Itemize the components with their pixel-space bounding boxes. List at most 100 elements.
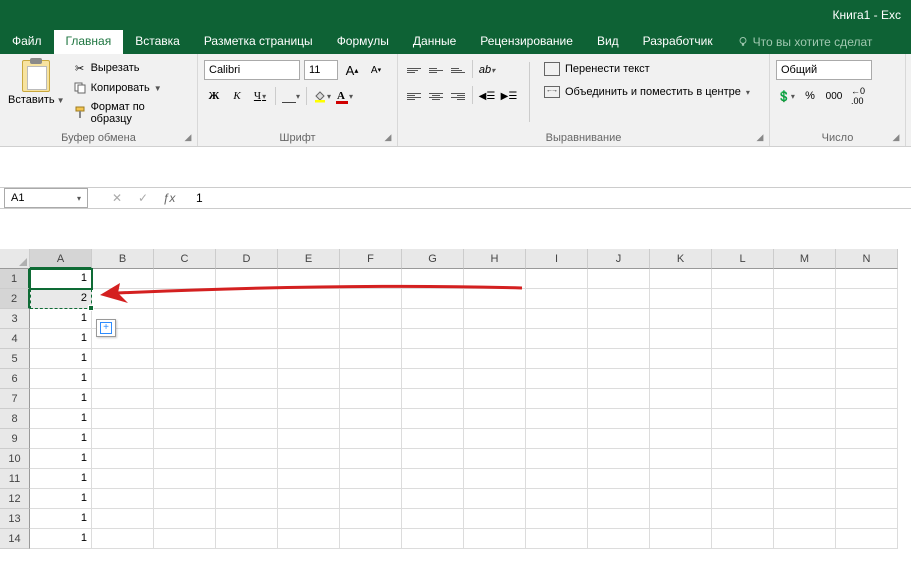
decrease-indent-button[interactable]: ◀☰ — [477, 86, 497, 106]
cell-B1[interactable] — [92, 269, 154, 289]
cell-D4[interactable] — [216, 329, 278, 349]
align-center-button[interactable] — [426, 86, 446, 106]
cell-H11[interactable] — [464, 469, 526, 489]
copy-button[interactable]: Копировать ▼ — [71, 80, 191, 96]
cell-J12[interactable] — [588, 489, 650, 509]
cell-N1[interactable] — [836, 269, 898, 289]
cell-N4[interactable] — [836, 329, 898, 349]
cell-E5[interactable] — [278, 349, 340, 369]
comma-style-button[interactable]: 000 — [824, 86, 844, 106]
cell-F9[interactable] — [340, 429, 402, 449]
cell-I12[interactable] — [526, 489, 588, 509]
cell-G3[interactable] — [402, 309, 464, 329]
cell-B9[interactable] — [92, 429, 154, 449]
number-launcher[interactable]: ◢ — [889, 130, 903, 144]
clipboard-launcher[interactable]: ◢ — [181, 130, 195, 144]
cell-K13[interactable] — [650, 509, 712, 529]
cell-E6[interactable] — [278, 369, 340, 389]
cell-I13[interactable] — [526, 509, 588, 529]
cell-G4[interactable] — [402, 329, 464, 349]
tab-insert[interactable]: Вставка — [123, 30, 192, 54]
cell-N2[interactable] — [836, 289, 898, 309]
cell-B7[interactable] — [92, 389, 154, 409]
cell-K7[interactable] — [650, 389, 712, 409]
cell-L8[interactable] — [712, 409, 774, 429]
cell-N6[interactable] — [836, 369, 898, 389]
cell-I8[interactable] — [526, 409, 588, 429]
column-header-A[interactable]: A — [30, 249, 92, 269]
orientation-button[interactable]: ab▾ — [477, 60, 497, 80]
cell-A4[interactable]: 1 — [30, 329, 92, 349]
cell-E2[interactable] — [278, 289, 340, 309]
cell-I4[interactable] — [526, 329, 588, 349]
cell-G13[interactable] — [402, 509, 464, 529]
cell-I6[interactable] — [526, 369, 588, 389]
cell-F6[interactable] — [340, 369, 402, 389]
cell-N8[interactable] — [836, 409, 898, 429]
cell-G1[interactable] — [402, 269, 464, 289]
row-header-7[interactable]: 7 — [0, 389, 30, 409]
cell-N7[interactable] — [836, 389, 898, 409]
font-name-input[interactable] — [204, 60, 300, 80]
cell-H3[interactable] — [464, 309, 526, 329]
cell-D12[interactable] — [216, 489, 278, 509]
cell-L14[interactable] — [712, 529, 774, 549]
cell-J11[interactable] — [588, 469, 650, 489]
cell-A13[interactable]: 1 — [30, 509, 92, 529]
cell-F2[interactable] — [340, 289, 402, 309]
cell-M11[interactable] — [774, 469, 836, 489]
tab-page-layout[interactable]: Разметка страницы — [192, 30, 325, 54]
cut-button[interactable]: ✂ Вырезать — [71, 60, 191, 76]
cell-H10[interactable] — [464, 449, 526, 469]
cell-D8[interactable] — [216, 409, 278, 429]
cell-C2[interactable] — [154, 289, 216, 309]
accounting-format-button[interactable]: 💲▾ — [776, 86, 796, 106]
cell-H12[interactable] — [464, 489, 526, 509]
row-header-1[interactable]: 1 — [0, 269, 30, 289]
cell-H14[interactable] — [464, 529, 526, 549]
row-header-8[interactable]: 8 — [0, 409, 30, 429]
column-header-N[interactable]: N — [836, 249, 898, 269]
tab-review[interactable]: Рецензирование — [468, 30, 585, 54]
cell-K10[interactable] — [650, 449, 712, 469]
cell-H2[interactable] — [464, 289, 526, 309]
row-header-10[interactable]: 10 — [0, 449, 30, 469]
tab-home[interactable]: Главная — [54, 30, 124, 54]
font-size-input[interactable] — [304, 60, 338, 80]
cell-A14[interactable]: 1 — [30, 529, 92, 549]
cell-L7[interactable] — [712, 389, 774, 409]
cell-M2[interactable] — [774, 289, 836, 309]
select-all-corner[interactable] — [0, 249, 30, 269]
cell-G9[interactable] — [402, 429, 464, 449]
cell-D5[interactable] — [216, 349, 278, 369]
increase-indent-button[interactable]: ▶☰ — [499, 86, 519, 106]
cell-F3[interactable] — [340, 309, 402, 329]
cell-D1[interactable] — [216, 269, 278, 289]
cell-F7[interactable] — [340, 389, 402, 409]
cell-F14[interactable] — [340, 529, 402, 549]
cell-M5[interactable] — [774, 349, 836, 369]
column-header-L[interactable]: L — [712, 249, 774, 269]
cell-N11[interactable] — [836, 469, 898, 489]
column-header-H[interactable]: H — [464, 249, 526, 269]
cell-C7[interactable] — [154, 389, 216, 409]
underline-button[interactable]: Ч▾ — [250, 86, 270, 106]
cell-E4[interactable] — [278, 329, 340, 349]
row-header-13[interactable]: 13 — [0, 509, 30, 529]
cell-A12[interactable]: 1 — [30, 489, 92, 509]
cell-K1[interactable] — [650, 269, 712, 289]
tab-formulas[interactable]: Формулы — [325, 30, 401, 54]
cell-L3[interactable] — [712, 309, 774, 329]
tab-view[interactable]: Вид — [585, 30, 631, 54]
cell-M3[interactable] — [774, 309, 836, 329]
borders-button[interactable]: ▾ — [281, 86, 301, 106]
cell-I1[interactable] — [526, 269, 588, 289]
cell-H13[interactable] — [464, 509, 526, 529]
row-header-12[interactable]: 12 — [0, 489, 30, 509]
cell-I2[interactable] — [526, 289, 588, 309]
cell-L1[interactable] — [712, 269, 774, 289]
cell-E12[interactable] — [278, 489, 340, 509]
tab-file[interactable]: Файл — [0, 30, 54, 54]
cell-F5[interactable] — [340, 349, 402, 369]
cell-J14[interactable] — [588, 529, 650, 549]
